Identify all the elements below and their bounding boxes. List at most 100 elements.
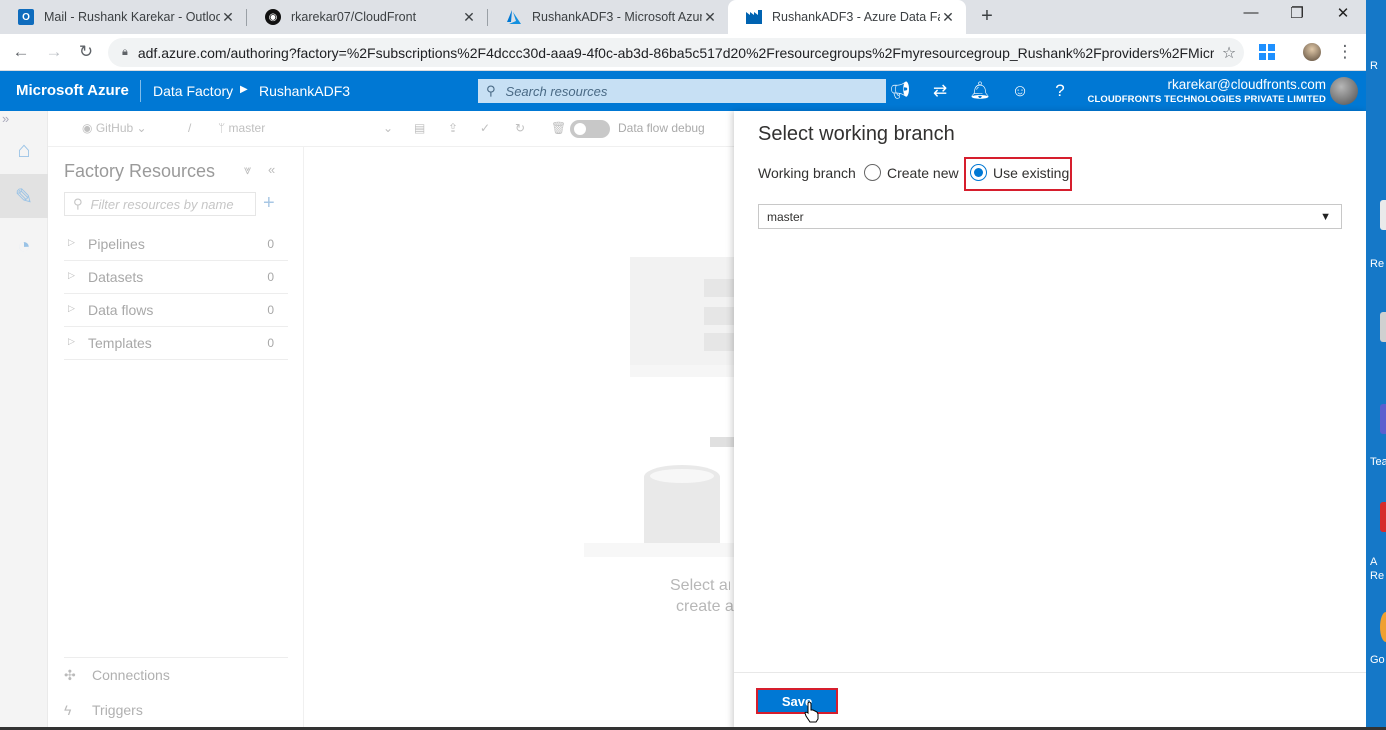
factory-resources-pane: Factory Resources ⩔ « ⚲ Filter resources… [48,147,304,730]
expand-triangle-icon[interactable]: ▷ [68,303,75,314]
desktop-icon-label: Re [1370,258,1385,270]
collapse-all-icon[interactable]: ⩔ [244,162,251,178]
divider [64,657,288,658]
save-button[interactable]: Save [756,688,838,714]
resource-row-data-flows[interactable]: ▷ Data flows 0 [64,294,288,327]
chevron-down-icon: ⌄ [382,121,393,135]
minimize-icon[interactable]: — [1228,4,1274,21]
expand-triangle-icon[interactable]: ▷ [68,336,75,347]
select-working-branch-panel: Select working branch Working branch Cre… [734,111,1366,730]
close-icon[interactable]: ✕ [461,9,477,26]
profile-avatar[interactable] [1303,43,1321,61]
data-factory-icon [746,9,762,25]
save-all-icon[interactable]: ▤ [414,121,425,135]
connections-link[interactable]: ✣ Connections [64,667,288,684]
header-divider [140,80,141,102]
home-icon[interactable]: ⌂ [10,136,38,164]
forward-arrow-icon[interactable]: → [43,42,65,64]
triggers-link[interactable]: ϟ Triggers [64,702,288,718]
resource-name: Templates [88,335,152,351]
teams-icon[interactable] [1380,404,1386,434]
author-pencil-icon[interactable]: ✎ [10,183,38,211]
resource-row-pipelines[interactable]: ▷ Pipelines 0 [64,228,288,261]
window-close-icon[interactable]: ✕ [1320,4,1366,22]
feedback-smiley-icon[interactable]: ☺ [1008,80,1032,102]
validate-check-icon[interactable]: ✓ [480,121,490,135]
back-arrow-icon[interactable]: ← [10,42,32,64]
outlook-icon: O [18,9,34,25]
resource-name: Datasets [88,269,144,285]
expand-rail-icon[interactable]: » [2,111,9,126]
resource-name: Data flows [88,302,154,318]
branch-label: master [228,121,266,135]
branch-dropdown[interactable]: ᛘ master ⌄ [218,121,393,135]
left-nav-rail: » ⌂ ✎ ◔ [0,111,48,730]
search-placeholder: Search resources [505,83,608,99]
directory-switch-icon[interactable]: ⇄ [928,80,952,102]
user-account[interactable]: rkarekar@cloudfronts.com CLOUDFRONTS TEC… [1087,77,1326,105]
use-existing-radio[interactable]: Use existing [970,164,1069,181]
publish-icon[interactable]: ⇪ [448,121,458,135]
chrome-shortcut-icon[interactable] [1380,612,1386,642]
breadcrumb-factory-name[interactable]: RushankADF3 [259,83,350,99]
breadcrumb-chevron-icon: ▶ [240,84,248,95]
data-flow-debug-toggle[interactable] [570,120,610,138]
collapse-pane-icon[interactable]: « [268,162,275,177]
breadcrumb-data-factory[interactable]: Data Factory [153,83,233,99]
canvas-hint-line2: create a [676,598,734,615]
resource-name: Pipelines [88,236,145,252]
windows-extension-icon[interactable] [1258,43,1276,61]
notifications-bell-icon[interactable]: 🔔︎ [968,80,992,102]
create-new-radio[interactable]: Create new [864,164,959,181]
footer-divider [734,672,1366,673]
add-resource-button[interactable]: + [263,192,275,215]
desktop-icon-label: A [1370,556,1378,568]
monitor-gauge-icon[interactable]: ◔ [10,232,38,260]
github-repo-dropdown[interactable]: ◉ GitHub ⌄ [82,121,147,135]
acrobat-reader-icon[interactable] [1380,502,1386,532]
browser-tab-outlook[interactable]: O Mail - Rushank Karekar - Outlook ✕ [0,0,246,34]
close-icon[interactable]: ✕ [940,9,956,26]
authoring-canvas: Select an create a [304,147,734,730]
more-menu-icon[interactable]: ⋮ [1334,42,1356,64]
user-org: CLOUDFRONTS TECHNOLOGIES PRIVATE LIMITED [1087,94,1326,105]
close-icon[interactable]: ✕ [702,9,718,26]
connections-icon: ✣ [64,667,76,683]
resource-row-templates[interactable]: ▷ Templates 0 [64,327,288,360]
radio-circle [970,164,987,181]
branch-select-dropdown[interactable]: master ▼ [758,204,1342,229]
illustration-shape [650,469,714,483]
help-icon[interactable]: ? [1048,80,1072,102]
address-bar[interactable]: 🔒︎ adf.azure.com/authoring?factory=%2Fsu… [108,38,1244,67]
illustration-shape [704,279,734,297]
azure-brand[interactable]: Microsoft Azure [16,82,129,99]
expand-triangle-icon[interactable]: ▷ [68,237,75,248]
close-icon[interactable]: ✕ [220,9,236,26]
discard-icon[interactable]: 🗑︎ [551,121,566,135]
illustration-shape [704,307,734,325]
browser-tab-data-factory[interactable]: RushankADF3 - Azure Data Factory ✕ [728,0,966,34]
reload-icon[interactable]: ↻ [75,42,97,64]
refresh-icon[interactable]: ↻ [515,121,525,135]
expand-triangle-icon[interactable]: ▷ [68,270,75,281]
tab-title: RushankADF3 - Microsoft Azure [532,10,702,24]
restore-icon[interactable]: ❐ [1274,4,1320,22]
browser-tab-azure[interactable]: RushankADF3 - Microsoft Azure ✕ [488,0,728,34]
filter-resources-input[interactable]: ⚲ Filter resources by name [64,192,256,216]
bookmark-star-icon[interactable]: ☆ [1214,43,1244,63]
desktop-file-icon[interactable] [1380,312,1386,342]
browser-tab-github[interactable]: ◉ rkarekar07/CloudFront ✕ [247,0,487,34]
canvas-hint-line1: Select an [670,577,730,594]
radio-label: Create new [887,164,959,181]
search-resources-input[interactable]: ⚲ Search resources [478,79,886,103]
resource-row-datasets[interactable]: ▷ Datasets 0 [64,261,288,294]
separator: / [188,121,192,135]
triggers-label: Triggers [92,702,143,718]
desktop-file-icon[interactable] [1380,200,1386,230]
github-icon: ◉ [265,9,281,25]
working-branch-label: Working branch [758,165,856,181]
megaphone-icon[interactable]: 📢︎ [888,80,912,102]
resource-count: 0 [267,237,274,251]
avatar[interactable] [1330,77,1358,105]
new-tab-button[interactable]: + [976,5,998,29]
